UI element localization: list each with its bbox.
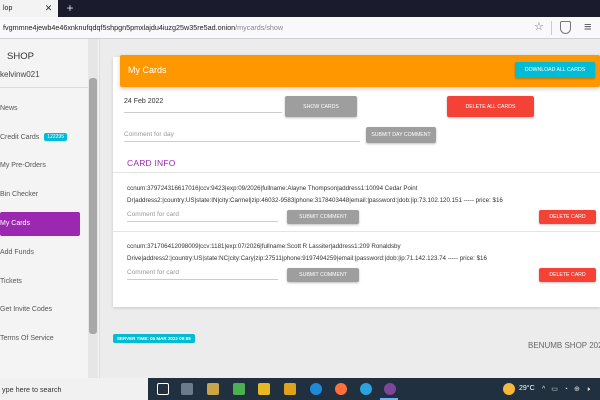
show-cards-button[interactable]: SHOW CARDS xyxy=(285,96,357,117)
new-tab-button[interactable]: + xyxy=(62,0,78,17)
url-host: fvgmmne4jewb4e46xnknufqdqf5shpgn5pmxlajd… xyxy=(3,23,236,32)
sidebar-item-label: My Pre-Orders xyxy=(0,162,46,169)
tor-browser-icon[interactable] xyxy=(384,383,396,395)
windows-taskbar: ype here to search 29°C ^ ▭ ◔ ⊕ 🕨 xyxy=(0,378,600,400)
delete-all-cards-button[interactable]: DELETE ALL CARDS xyxy=(447,96,534,117)
sidebar-item-my-pre-orders[interactable]: My Pre-Orders xyxy=(0,154,80,178)
weather-icon[interactable] xyxy=(503,383,515,395)
bookmark-star-icon[interactable]: ☆ xyxy=(534,20,544,33)
weather-temperature[interactable]: 29°C xyxy=(519,385,535,392)
card-comment-input[interactable] xyxy=(127,266,278,280)
shop-brand: SHOP xyxy=(7,51,34,62)
sidebar-item-label: Bin Checker xyxy=(0,191,39,198)
firefox-icon[interactable] xyxy=(335,383,347,395)
shield-icon[interactable] xyxy=(560,21,571,34)
address-bar[interactable]: fvgmmne4jewb4e46xnknufqdqf5shpgn5pmxlajd… xyxy=(0,17,600,39)
section-divider xyxy=(113,172,600,173)
sidebar-item-label: Credit Cards xyxy=(0,134,40,141)
card-details-line-1: ccnum:371706412098009|ccv:1181|exp:07/20… xyxy=(127,243,401,250)
card-divider xyxy=(113,231,600,232)
sidebar-divider xyxy=(0,87,88,88)
telegram-icon[interactable] xyxy=(360,383,372,395)
tab-title: lop xyxy=(3,5,13,12)
download-all-cards-button[interactable]: DOWNLOAD ALL CARDS xyxy=(515,62,595,78)
widgets-icon[interactable] xyxy=(181,383,193,395)
url-text[interactable]: fvgmmne4jewb4e46xnknufqdqf5shpgn5pmxlajd… xyxy=(3,23,283,32)
page-title: My Cards xyxy=(128,65,167,75)
taskbar-search-box[interactable]: ype here to search xyxy=(0,378,148,400)
sidebar-item-add-funds[interactable]: Add Funds xyxy=(0,241,80,265)
delete-card-button[interactable]: DELETE CARD xyxy=(539,268,596,282)
sidebar-item-label: My Cards xyxy=(0,220,30,227)
sidebar-item-label: Tickets xyxy=(0,278,22,285)
toolbar-divider xyxy=(551,21,552,35)
sidebar-item-label: Add Funds xyxy=(0,249,34,256)
username: kelvinw021 xyxy=(0,70,40,79)
submit-day-comment-button[interactable]: SUBMIT DAY COMMENT xyxy=(366,127,436,143)
sidebar-item-get-invite-codes[interactable]: Get Invite Codes xyxy=(0,298,80,322)
url-path: /mycards/show xyxy=(235,23,284,32)
delete-card-button[interactable]: DELETE CARD xyxy=(539,210,596,224)
card-details-line-2: Drive|address2:|country:US|state:NC|city… xyxy=(127,255,487,262)
card-details-line-2: Dr|address2:|country:US|state:IN|city:Ca… xyxy=(127,197,503,204)
binance-icon[interactable] xyxy=(284,383,296,395)
system-tray[interactable]: ^ ▭ ◔ ⊕ 🕨 xyxy=(542,385,592,394)
sidebar-item-label: News xyxy=(0,105,18,112)
card-details-line-1: ccnum:379724316617016|ccv:9423|exp:09/20… xyxy=(127,185,418,192)
card-info-heading: CARD INFO xyxy=(127,158,176,168)
sidebar-item-label: Get Invite Codes xyxy=(0,306,53,313)
hamburger-menu-icon[interactable]: ≡ xyxy=(584,19,592,34)
browser-tab-bar: lop ✕ + xyxy=(0,0,600,17)
server-time-badge: SERVER TIME: 05 MAR 2022 09:05 xyxy=(113,334,195,343)
submit-card-comment-button[interactable]: SUBMIT COMMENT xyxy=(287,268,359,282)
day-comment-input[interactable] xyxy=(124,128,360,142)
close-tab-icon[interactable]: ✕ xyxy=(40,0,57,17)
sidebar-item-label: Terms Of Service xyxy=(0,335,54,342)
sidebar-item-tickets[interactable]: Tickets xyxy=(0,270,80,294)
submit-card-comment-button[interactable]: SUBMIT COMMENT xyxy=(287,210,359,224)
sidebar-item-bin-checker[interactable]: Bin Checker xyxy=(0,183,80,207)
task-view-icon[interactable] xyxy=(157,383,169,395)
sidebar-item-terms-of-service[interactable]: Terms Of Service xyxy=(0,327,80,351)
sidebar-item-my-cards[interactable]: My Cards xyxy=(0,212,80,236)
footer-shop-name: BENUMB SHOP 2022 xyxy=(528,341,600,350)
date-field[interactable]: 24 Feb 2022 xyxy=(124,97,282,113)
card-comment-input[interactable] xyxy=(127,208,278,222)
sidebar-item-news[interactable]: News xyxy=(0,97,80,121)
file-explorer-icon[interactable] xyxy=(258,383,270,395)
paint-icon[interactable] xyxy=(207,383,219,395)
money-app-icon[interactable] xyxy=(233,383,245,395)
credit-cards-count-badge: 122295 xyxy=(44,133,67,141)
edge-icon[interactable] xyxy=(310,383,322,395)
browser-tab[interactable]: lop ✕ xyxy=(0,0,58,17)
sidebar-scrollbar-thumb[interactable] xyxy=(89,78,97,334)
sidebar-item-credit-cards[interactable]: Credit Cards 122295 xyxy=(0,125,80,149)
